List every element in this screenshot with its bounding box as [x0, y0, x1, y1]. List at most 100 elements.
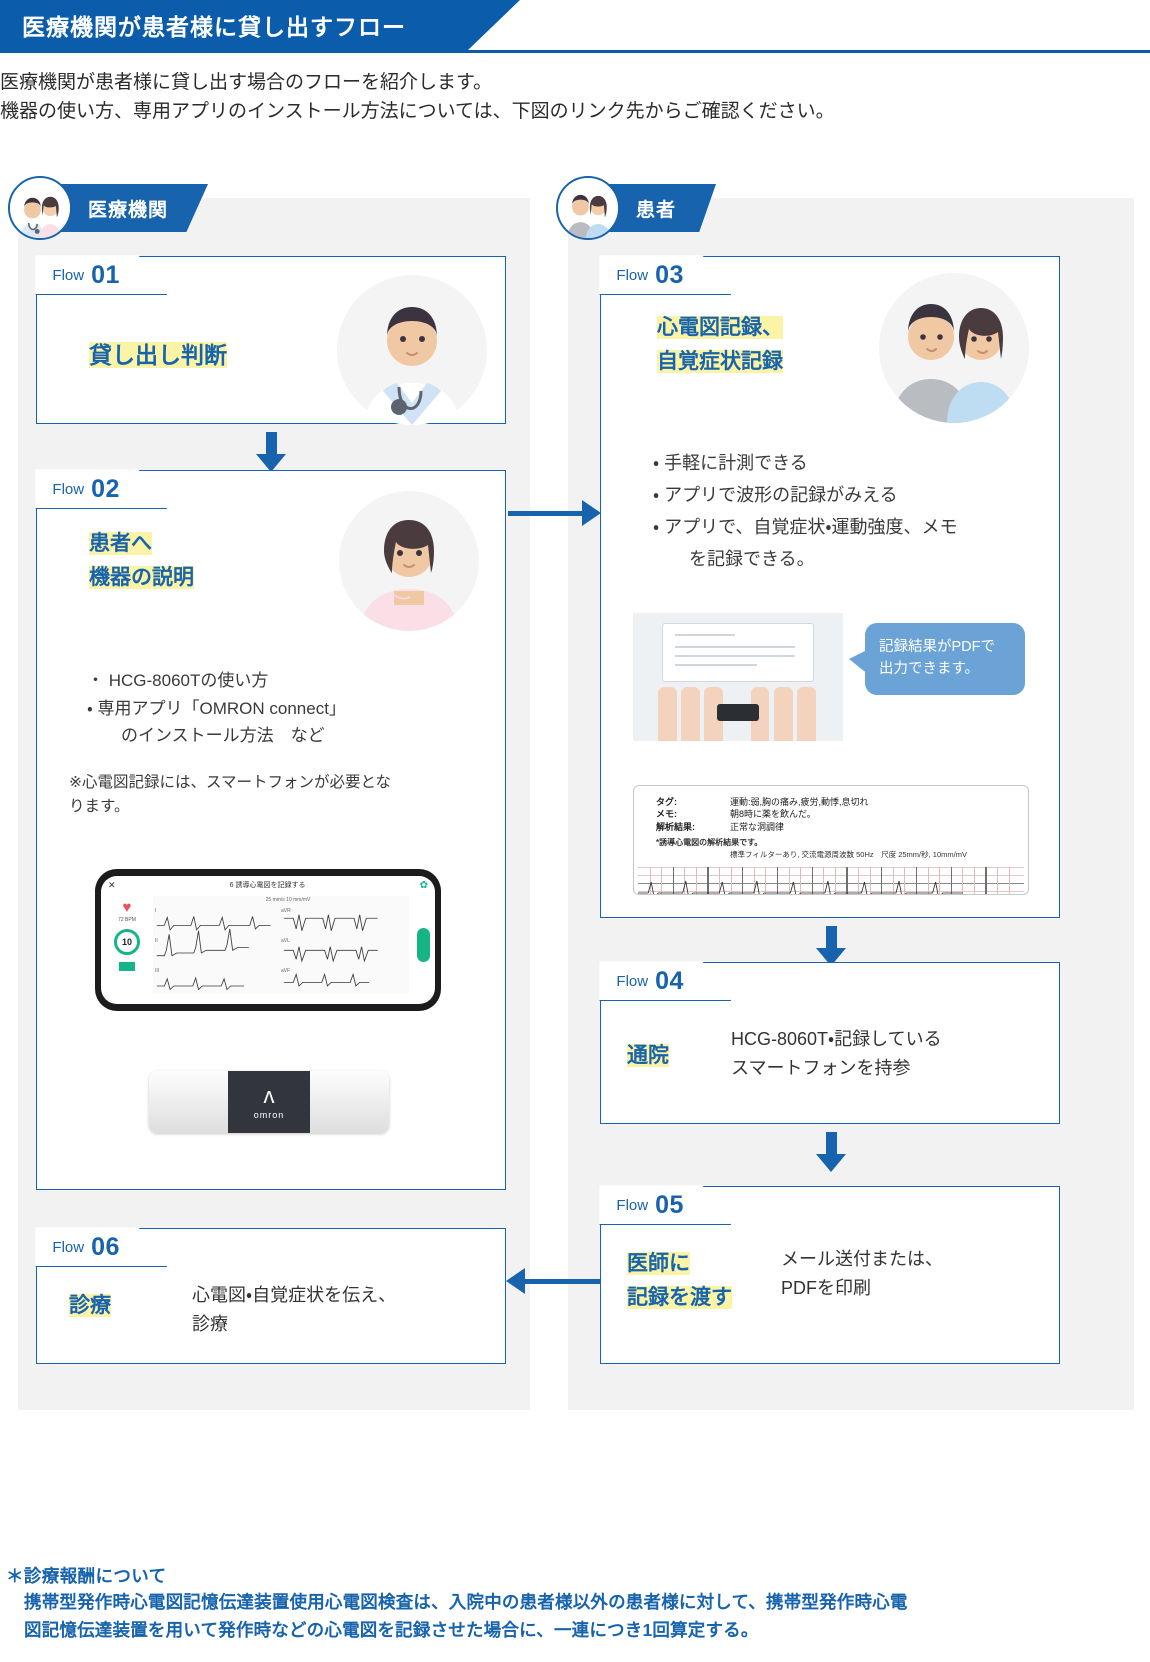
flow-02-tab: Flow 02 — [35, 469, 168, 510]
flow-05-body: メール送付または、 PDFを印刷 — [781, 1245, 943, 1303]
role-medical-institution: 医療機関 — [8, 176, 209, 240]
flow-02-note: ※心電図記録には、スマートフォンが必要とな ります。 — [69, 771, 489, 819]
arrow-flow04-to-flow05 — [816, 1132, 846, 1172]
flow-04-tab: Flow 04 — [599, 961, 732, 1002]
flow-06-number: 06 — [91, 1232, 120, 1261]
report-row-memo: メモ: 朝8時に薬を飲んだ。 — [656, 808, 1028, 820]
flow-03-bullets: ・ 手軽に計測できる ・ アプリで波形の記録がみえる ・ アプリで、自覚症状・運… — [653, 447, 1053, 575]
device-left-electrode — [149, 1071, 229, 1133]
ecg-scale-label: 25 mm/s 10 mm/mV — [265, 897, 311, 903]
arrow-flow01-to-flow02 — [256, 432, 286, 472]
flow-01-word: Flow — [52, 266, 85, 284]
app-close-icon[interactable]: ✕ — [108, 880, 116, 891]
flow-02-note-line-1: ※心電図記録には、スマートフォンが必要とな — [69, 774, 392, 791]
role-label-medical-institution: 医療機関 — [88, 199, 169, 221]
flow-04-number: 04 — [655, 966, 684, 995]
flow-02-title: 患者へ 機器の説明 — [89, 529, 194, 594]
flow-04-title-text: 通院 — [627, 1044, 669, 1067]
flow-01-title: 貸し出し判断 — [89, 339, 227, 372]
photo-phone — [662, 623, 814, 683]
countdown-ring: 10 — [114, 929, 140, 955]
flow-card-02[interactable]: Flow 02 患者へ 機器の説明 ・ HCG-8060Tの使い方 ・ 専用アプ… — [35, 469, 506, 1190]
flow-03-tab: Flow 03 — [599, 255, 732, 296]
page-header-banner: 医療機関が患者様に貸し出すフロー — [0, 0, 520, 50]
flow-card-04[interactable]: Flow 04 通院 HCG-8060T・記録している スマートフォンを持参 — [599, 961, 1060, 1124]
flow-03-title-line-2: 自覚症状記録 — [657, 350, 783, 374]
report-value-memo: 朝8時に薬を飲んだ。 — [730, 809, 816, 820]
flow-04-word: Flow — [616, 972, 649, 990]
patient-couple-avatar-icon — [556, 176, 620, 240]
flow-02-title-line-1: 患者へ — [89, 532, 152, 555]
flow-05-title-line-2: 記録を渡す — [627, 1286, 732, 1310]
report-key-analysis: 解析結果: — [656, 821, 695, 832]
flow-card-01[interactable]: Flow 01 貸し出し判断 — [35, 255, 506, 425]
ecg-pdf-report-preview: タグ: 運動:弱,胸の痛み,疲労,動悸,息切れ メモ: 朝8時に薬を飲んだ。 解… — [633, 785, 1029, 895]
flow-02-bullet-1: ・ HCG-8060Tの使い方 — [87, 671, 269, 690]
flow-05-title: 医師に 記録を渡す — [627, 1249, 732, 1314]
app-gear-icon[interactable]: ✿ — [420, 880, 428, 891]
patient-couple-illustration — [879, 273, 1029, 423]
header-divider — [0, 50, 1150, 53]
record-action-pill[interactable] — [417, 928, 430, 962]
flow-03-bullet-4: を記録できる。 — [653, 549, 815, 570]
flow-04-body-line-2: スマートフォンを持参 — [731, 1057, 911, 1078]
report-row-analysis: 解析結果: 正常な洞調律 — [656, 821, 1028, 833]
app-screen-title: 6 誘導心電図を記録する — [229, 882, 306, 889]
report-filter-note: 標準フィルターあり, 交流電源周波数 50Hz 尺度 25mm/秒, 10mm/… — [730, 850, 967, 860]
pdf-output-callout-bubble: 記録結果がPDFで 出力できます。 — [849, 623, 1025, 695]
ecg-waveform-area: 25 mm/s 10 mm/mV I aVR II aVL III aVF — [153, 896, 409, 994]
arrow-flow03-to-flow04 — [816, 926, 846, 966]
flow-06-body-line-1: 心電図・自覚症状を伝え、 — [192, 1285, 397, 1305]
footer-body-line-1: 携帯型発作時心電図記憶伝達装置使用心電図検査は、入院中の患者様以外の患者様に対し… — [24, 1592, 908, 1612]
flow-05-body-line-1: メール送付または、 — [781, 1249, 943, 1269]
flow-card-05[interactable]: Flow 05 医師に 記録を渡す メール送付または、 PDFを印刷 — [599, 1185, 1060, 1364]
omron-hcg-8060t-device: ʌ omron — [149, 1071, 389, 1133]
phone-screen: ✕ 6 誘導心電図を記録する ✿ ♥ 72 BPM 10 25 mm/s 10 … — [101, 876, 435, 1004]
flow-06-title: 診療 — [69, 1291, 111, 1321]
flow-diagram-page: 医療機関が患者様に貸し出すフロー 医療機関が患者様に貸し出す場合のフローを紹介し… — [0, 0, 1150, 1662]
report-value-tag: 運動:弱,胸の痛み,疲労,動悸,息切れ — [730, 797, 869, 807]
device-right-electrode — [309, 1071, 389, 1133]
flow-card-03[interactable]: Flow 03 心電図記録、 自覚症状記録 ・ 手軽に計測できる ・ アプリで波… — [599, 255, 1060, 918]
report-key-memo: メモ: — [656, 809, 677, 820]
intro-text: 医療機関が患者様に貸し出す場合のフローを紹介します。 機器の使い方、専用アプリの… — [0, 68, 1100, 127]
omron-logo-text: omron — [253, 1109, 285, 1120]
flow-01-tab: Flow 01 — [35, 255, 168, 296]
report-row-tag: タグ: 運動:弱,胸の痛み,疲労,動悸,息切れ — [656, 796, 1028, 808]
smartphone-ecg-app-mockup: ✕ 6 誘導心電図を記録する ✿ ♥ 72 BPM 10 25 mm/s 10 … — [95, 869, 441, 1011]
battery-icon — [119, 962, 135, 971]
omron-logo-mark-icon: ʌ — [263, 1082, 275, 1108]
flow-06-body-line-2: 診療 — [192, 1313, 228, 1334]
flow-card-06[interactable]: Flow 06 診療 心電図・自覚症状を伝え、 診療 — [35, 1227, 506, 1364]
flow-02-bullet-2: ・ 専用アプリ「OMRON connect」 — [87, 698, 346, 718]
device-center-panel: ʌ omron — [228, 1071, 310, 1133]
flow-06-body: 心電図・自覚症状を伝え、 診療 — [192, 1281, 396, 1339]
flow-05-title-line-1: 医師に — [627, 1252, 690, 1275]
patient-woman-illustration — [339, 491, 479, 631]
arrow-flow02-to-flow03 — [508, 500, 601, 526]
intro-line-2: 機器の使い方、専用アプリのインストール方法については、下図のリンク先からご確認く… — [0, 101, 835, 123]
flow-03-bullet-3: ・ アプリで、自覚症状・運動強度、メモ — [653, 517, 958, 538]
bubble-line-2: 出力できます。 — [879, 660, 980, 677]
flow-03-bullet-1: ・ 手軽に計測できる — [653, 453, 808, 473]
flow-01-number: 01 — [91, 260, 120, 289]
medical-staff-avatar-icon — [8, 176, 72, 240]
heart-icon: ♥ — [122, 899, 132, 916]
report-value-analysis: 正常な洞調律 — [730, 821, 785, 832]
role-patient: 患者 — [556, 176, 717, 240]
flow-02-title-line-2: 機器の説明 — [89, 566, 194, 590]
report-key-tag: タグ: — [656, 797, 677, 807]
flow-04-body: HCG-8060T・記録している スマートフォンを持参 — [731, 1025, 942, 1083]
flow-04-title: 通院 — [627, 1041, 669, 1071]
flow-02-number: 02 — [91, 474, 120, 503]
flow-02-word: Flow — [52, 480, 85, 498]
flow-02-note-line-2: ります。 — [69, 798, 130, 816]
role-label-patient: 患者 — [636, 199, 677, 221]
intro-line-1: 医療機関が患者様に貸し出す場合のフローを紹介します。 — [0, 72, 493, 93]
flow-04-body-line-1: HCG-8060T・記録している — [731, 1029, 942, 1049]
hands-using-device-photo — [633, 613, 843, 741]
app-top-bar: ✕ 6 誘導心電図を記録する ✿ — [101, 876, 435, 894]
report-subnote: *誘導心電図の解析結果です。 — [656, 838, 763, 848]
doctor-illustration — [337, 275, 487, 425]
flow-06-title-text: 診療 — [69, 1294, 111, 1317]
